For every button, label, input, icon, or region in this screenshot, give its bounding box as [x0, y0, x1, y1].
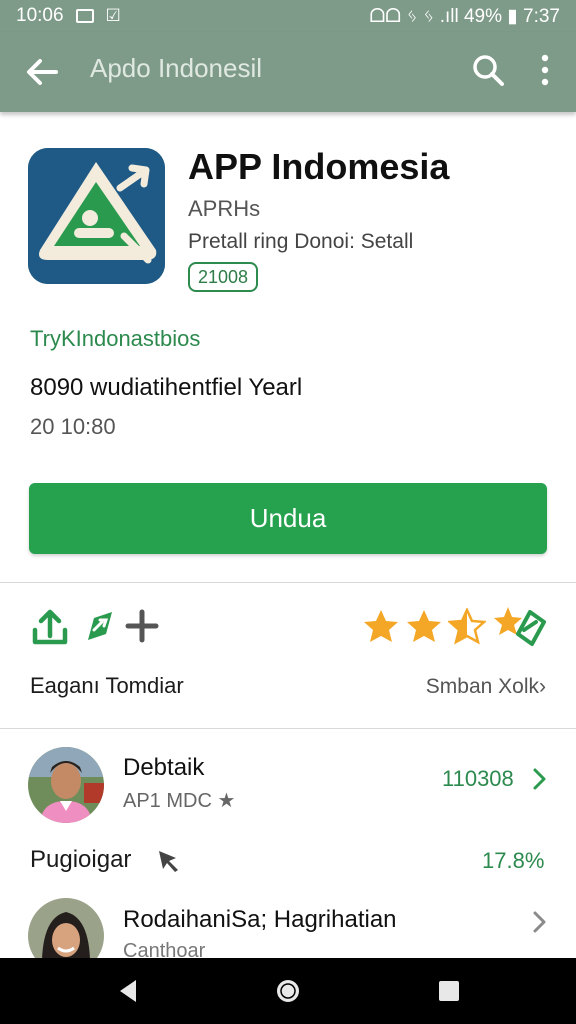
- install-button[interactable]: Undua: [29, 483, 547, 554]
- promo-link[interactable]: TryKIndonastbios: [30, 326, 200, 352]
- share-icon[interactable]: [30, 606, 70, 646]
- more-options-icon[interactable]: [530, 52, 560, 88]
- age-rating-badge: 21008: [188, 262, 259, 292]
- download-icon: ☑: [105, 6, 121, 25]
- rate-icon[interactable]: [494, 604, 546, 648]
- image-icon: [75, 9, 94, 23]
- app-bar: Apdo Indonesil: [0, 32, 576, 112]
- status-bar: 10:06 ☑ ᗝᗝ ᛃ ᛃ .ıll 49% ▮ 7:37: [0, 0, 576, 32]
- status-indicators: ᗝᗝ ᛃ ᛃ .ıll 49% ▮ 7:37: [369, 5, 560, 27]
- add-icon[interactable]: [122, 606, 162, 646]
- divider: [0, 728, 576, 729]
- nav-back-icon[interactable]: [114, 976, 144, 1006]
- app-logo-icon: [28, 148, 165, 284]
- wishlist-icon[interactable]: [80, 606, 120, 646]
- back-arrow-icon[interactable]: [22, 52, 62, 92]
- description-date: 20 10:80: [30, 414, 116, 439]
- chevron-right-icon[interactable]: [532, 910, 548, 934]
- star-full-icon: [407, 610, 441, 642]
- reviewer-name: RodaihaniSa; Hagrihatian: [123, 906, 397, 933]
- status-time: 10:06: [16, 5, 64, 26]
- divider: [0, 582, 576, 583]
- search-icon[interactable]: [470, 52, 506, 88]
- avatar-image: [28, 747, 104, 823]
- chevron-right-icon[interactable]: [532, 767, 548, 791]
- plugin-label: Pugioigar: [30, 846, 132, 873]
- status-left: 10:06 ☑: [16, 5, 121, 27]
- category-label: Eaganı Tomdiar: [30, 673, 184, 698]
- reviewer-avatar[interactable]: [28, 747, 104, 823]
- plugin-percent: 17.8%: [482, 848, 545, 873]
- reviewer-name: Debtaik: [123, 754, 205, 781]
- cursor-icon: [159, 851, 178, 872]
- status-right: ᗝᗝ ᛃ ᛃ .ıll 49% ▮ 7:37: [370, 5, 560, 28]
- star-full-icon: [364, 610, 398, 642]
- reviewer-subtitle: AP1 MDC ★: [123, 790, 236, 812]
- see-more-link[interactable]: Smban Xolk›: [426, 675, 546, 699]
- star-half-icon: [448, 608, 486, 645]
- app-icon: [28, 148, 165, 284]
- app-developer[interactable]: APRHs: [188, 196, 260, 222]
- app-subtitle: Pretall ring Donoi: Setall: [188, 230, 414, 253]
- navigation-bar: [0, 958, 576, 1024]
- description-text: 8090 wudiatihentfiel Yearl: [30, 374, 303, 401]
- app-title: APP Indomesia: [188, 146, 450, 187]
- nav-recents-icon[interactable]: [434, 976, 464, 1006]
- nav-home-icon[interactable]: [273, 976, 303, 1006]
- review-count: 110308: [442, 766, 514, 791]
- app-bar-title: Apdo Indonesil: [90, 53, 263, 83]
